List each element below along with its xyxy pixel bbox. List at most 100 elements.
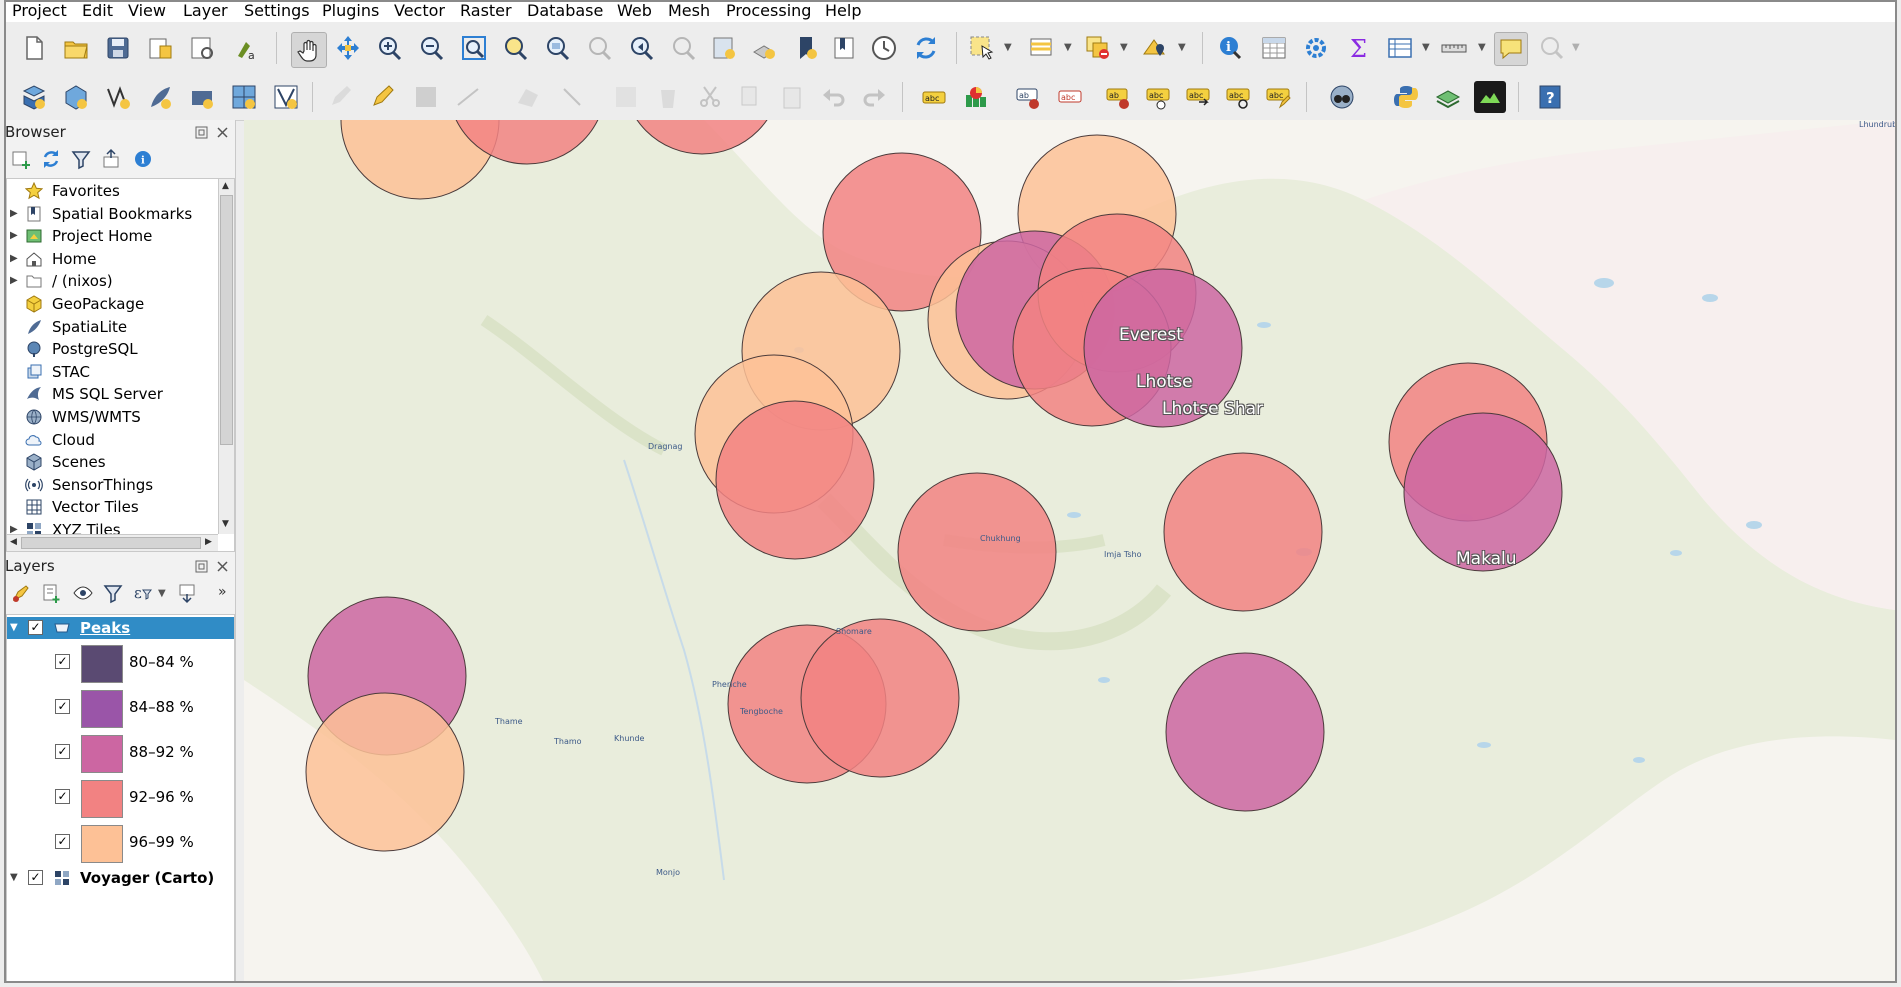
map-tips-icon[interactable] [1494,32,1528,66]
close-panel-icon[interactable] [216,558,229,572]
zoom-in-icon[interactable] [376,34,404,62]
browser-item[interactable]: ▶ Home [7,248,234,270]
browser-item[interactable]: Favorites [7,180,234,202]
style-manager-icon[interactable]: a [232,34,260,62]
zoom-last-icon[interactable] [628,34,656,62]
class-visibility-checkbox[interactable]: ✓ [55,744,70,759]
zoom-to-layer-icon[interactable] [544,34,572,62]
map-canvas[interactable]: Dragnag Chukhung Imja Tsho Shomare Pheriche T… [244,120,1895,983]
filter-by-expression-icon[interactable]: ε [132,582,154,604]
rotate-label-icon[interactable]: abc [1224,83,1252,111]
new-bookmark-icon[interactable] [792,34,820,62]
browser-item[interactable]: PostgreSQL [7,338,234,360]
pin-unpin-labels-icon[interactable]: abc [1056,83,1084,111]
show-unplaced-labels-icon[interactable]: abc [1144,83,1172,111]
temporal-controller-icon[interactable] [870,34,898,62]
open-table-list-icon[interactable] [1386,34,1414,62]
menu-view[interactable]: View [126,1,168,21]
class-visibility-checkbox[interactable]: ✓ [55,699,70,714]
peak-circle[interactable] [715,400,875,560]
properties-info-icon[interactable]: i [132,148,154,170]
menu-vector[interactable]: Vector [392,1,447,21]
move-label-icon[interactable]: abc [1184,83,1212,111]
new-geopackage-layer-icon[interactable] [62,83,90,111]
new-spatialite-layer-icon[interactable] [146,83,174,111]
expand-arrow-icon[interactable]: ▶ [10,248,18,270]
select-by-location-icon[interactable] [1140,34,1168,62]
browser-item[interactable]: GeoPackage [7,293,234,315]
highlight-pinned-labels-icon[interactable]: ab [1014,83,1042,111]
zoom-to-selection-icon[interactable] [502,34,530,62]
class-visibility-checkbox[interactable]: ✓ [55,789,70,804]
more-tools-icon[interactable]: » [218,584,227,600]
statistical-summary-icon[interactable]: Σ [1344,34,1372,62]
modify-attributes-icon[interactable] [612,83,640,111]
identify-features-icon[interactable]: i [1216,34,1244,62]
manage-map-themes-icon[interactable] [72,582,94,604]
pan-to-selection-icon[interactable] [334,34,362,62]
browser-item[interactable]: ▶ / (nixos) [7,270,234,292]
chevron-down-icon[interactable]: ▼ [1572,42,1580,53]
new-map-view-icon[interactable] [710,34,738,62]
open-project-icon[interactable] [62,34,90,62]
chevron-down-icon[interactable]: ▼ [1120,42,1128,53]
refresh-icon[interactable] [912,34,940,62]
scroll-left-icon[interactable]: ◀ [10,537,17,547]
scroll-thumb[interactable] [220,195,233,445]
menu-settings[interactable]: Settings [242,1,312,21]
float-panel-icon[interactable] [195,558,208,573]
delete-selected-icon[interactable] [654,83,682,111]
save-project-icon[interactable] [104,34,132,62]
close-panel-icon[interactable] [216,124,229,138]
layer-name-peaks[interactable]: Peaks [80,617,130,639]
peak-circle[interactable] [800,618,960,778]
peak-circle[interactable] [897,472,1057,632]
undo-icon[interactable] [820,83,848,111]
plugin-terrain-icon[interactable] [1474,81,1506,113]
locator-icon[interactable] [1538,34,1566,62]
zoom-full-icon[interactable] [460,34,488,62]
menu-layer[interactable]: Layer [181,1,230,21]
peak-circle[interactable] [1165,652,1325,812]
scroll-down-icon[interactable]: ▼ [222,519,229,529]
expand-arrow-icon[interactable]: ▶ [10,270,18,292]
collapse-arrow-icon[interactable]: ▼ [10,867,18,889]
chevron-down-icon[interactable]: ▼ [1004,42,1012,53]
python-console-icon[interactable] [1392,83,1420,111]
browser-vertical-scrollbar[interactable]: ▲ ▼ [218,179,234,534]
menu-database[interactable]: Database [525,1,605,21]
redo-icon[interactable] [860,83,888,111]
new-project-icon[interactable] [20,34,48,62]
scroll-thumb[interactable] [21,537,201,549]
save-as-icon[interactable] [146,34,174,62]
attribute-select-icon[interactable] [1028,34,1056,62]
plugin-layers-icon[interactable] [1434,83,1462,111]
diagram-options-icon[interactable] [962,83,990,111]
layer-styling-icon[interactable] [10,582,32,604]
measure-line-icon[interactable] [1440,34,1468,62]
data-source-manager-icon[interactable] [20,83,48,111]
scroll-right-icon[interactable]: ▶ [205,537,212,547]
browser-item[interactable]: Scenes [7,451,234,473]
quickosm-icon[interactable] [1328,83,1356,111]
peak-circle[interactable] [1163,452,1323,612]
layer-row-basemap[interactable]: ▼ ✓ Voyager (Carto) [7,867,234,889]
class-visibility-checkbox[interactable]: ✓ [55,834,70,849]
new-virtual-layer-icon[interactable] [230,83,258,111]
save-edits-icon[interactable] [412,83,440,111]
toggle-editing-icon[interactable] [368,83,396,111]
browser-item[interactable]: SensorThings [7,474,234,496]
processing-toolbox-icon[interactable] [1302,34,1330,62]
legend-class-row[interactable]: ✓ 88–92 % [7,731,234,775]
cut-icon[interactable] [696,83,724,111]
menu-plugins[interactable]: Plugins [320,1,381,21]
show-bookmarks-icon[interactable] [830,34,858,62]
scroll-up-icon[interactable]: ▲ [222,181,229,191]
legend-class-row[interactable]: ✓ 84–88 % [7,686,234,730]
collapse-arrow-icon[interactable]: ▼ [10,617,18,639]
float-panel-icon[interactable] [195,124,208,139]
menu-edit[interactable]: Edit [80,1,115,21]
browser-item[interactable]: STAC [7,361,234,383]
peak-circle[interactable] [305,692,465,852]
browser-item[interactable]: ▶ Spatial Bookmarks [7,203,234,225]
